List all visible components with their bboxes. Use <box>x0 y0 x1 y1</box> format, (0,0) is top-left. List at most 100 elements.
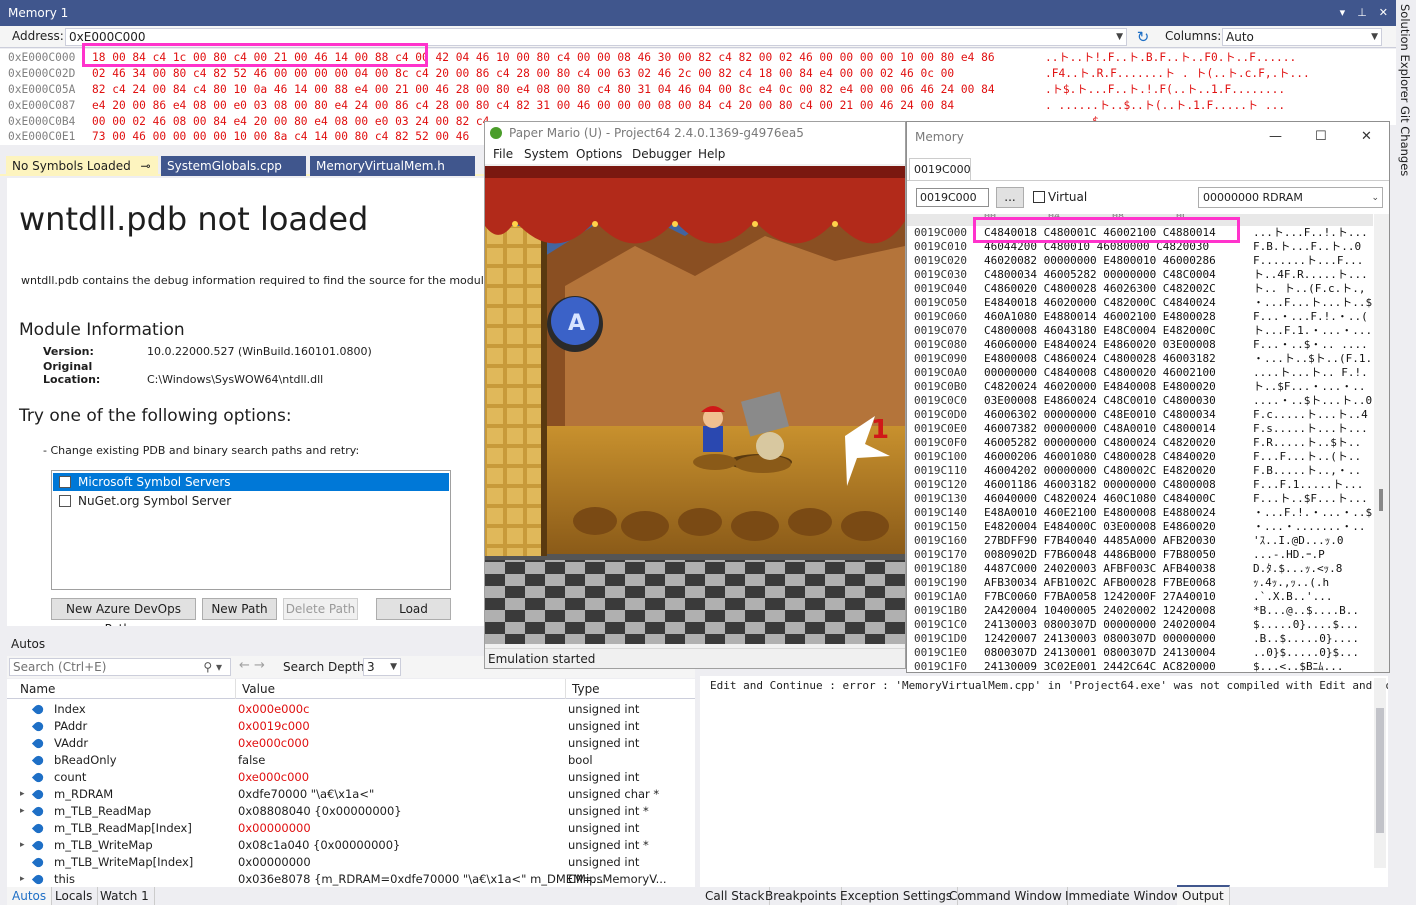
memory-data[interactable]: 46004202 00000000 C480002C E4820020 <box>984 464 1216 478</box>
search-input[interactable]: Search (Ctrl+E) ⚲ ▾ <box>9 658 231 676</box>
variable-value[interactable]: 0xdfe70000 "\a€\x1a<" <box>238 786 374 803</box>
menu-system[interactable]: System <box>524 144 569 164</box>
tab-locals[interactable]: Locals <box>50 887 99 905</box>
memory-bytes[interactable]: 02 46 34 00 80 c4 82 52 46 00 00 00 00 0… <box>92 67 954 81</box>
menu-file[interactable]: File <box>493 144 513 164</box>
scrollbar-thumb[interactable] <box>1376 708 1384 833</box>
column-header-value[interactable]: Value <box>236 679 566 699</box>
variable-value[interactable]: 0x000e000c <box>238 701 309 718</box>
tab-memoryvirtualmem[interactable]: MemoryVirtualMem.h <box>310 156 475 176</box>
variable-value[interactable]: 0xe000c000 <box>238 769 309 786</box>
autos-row[interactable]: VAddr 0xe000c000 unsigned int <box>7 735 695 752</box>
checkbox[interactable] <box>59 495 71 507</box>
expand-arrow-icon[interactable]: ▸ <box>20 803 25 820</box>
memory-data[interactable]: C4800008 46043180 E48C0004 E482000C <box>984 324 1216 338</box>
refresh-icon[interactable]: ↻ <box>1133 28 1153 46</box>
autos-row[interactable]: m_TLB_WriteMap[Index] 0x00000000 unsigned … <box>7 854 695 871</box>
pin-icon[interactable]: ⊸ <box>141 159 151 173</box>
memory-data[interactable]: E4840018 46020000 C482000C C4840024 <box>984 296 1216 310</box>
new-path-button[interactable]: New Path <box>202 598 277 620</box>
memory-data[interactable]: 24130003 0800307D 00000000 24020004 <box>984 618 1216 632</box>
output-scrollbar[interactable] <box>1374 678 1386 868</box>
variable-value[interactable]: 0x00000000 <box>238 854 311 871</box>
delete-path-button[interactable]: Delete Path <box>283 598 358 620</box>
symbol-server-nuget[interactable]: NuGet.org Symbol Server <box>53 492 449 510</box>
close-icon[interactable]: ✕ <box>1361 122 1372 152</box>
menu-options[interactable]: Options <box>576 144 622 164</box>
symbol-server-microsoft[interactable]: Microsoft Symbol Servers <box>53 473 449 491</box>
autos-row[interactable]: m_TLB_ReadMap[Index] 0x00000000 unsigned i… <box>7 820 695 837</box>
autos-row[interactable]: ▸ this 0x036e8078 {m_RDRAM=0xdfe70000 "\a€… <box>7 871 695 887</box>
memory-data[interactable]: 4487C000 24020003 AFBF003C AFB40038 <box>984 562 1216 576</box>
memory-data[interactable]: 46000206 46001080 C4800028 C4840020 <box>984 450 1216 464</box>
browse-button[interactable]: ... <box>996 187 1024 208</box>
expand-arrow-icon[interactable]: ▸ <box>20 837 25 854</box>
memory-data[interactable]: 0800307D 24130001 0800307D 24130004 <box>984 646 1216 660</box>
memory-data[interactable]: 24130009 3C02E001 2442C64C AC820000 <box>984 660 1216 672</box>
new-azure-devops-path-button[interactable]: New Azure DevOps Path... <box>51 598 196 626</box>
close-icon[interactable]: ✕ <box>1379 0 1388 26</box>
memory-data[interactable]: 00000000 C4840008 C4800020 46002100 <box>984 366 1216 380</box>
tab-immediate-window[interactable]: Immediate Window <box>1060 887 1187 905</box>
tab-watch-1[interactable]: Watch 1 <box>95 887 155 905</box>
column-header-name[interactable]: Name <box>14 679 236 699</box>
autos-row[interactable]: ▸ m_RDRAM 0xdfe70000 "\a€\x1a<" unsigned ch… <box>7 786 695 803</box>
back-arrow-icon[interactable]: ← <box>239 658 250 673</box>
menu-help[interactable]: Help <box>698 144 725 164</box>
chevron-down-icon[interactable]: ⌄ <box>1371 189 1379 208</box>
memory1-hex-view-tail[interactable]: 0xE000C0E1 73 00 46 00 00 00 00 10 00 8a … <box>0 125 484 145</box>
memory-data[interactable]: C4860020 C4800028 46026300 C482002C <box>984 282 1216 296</box>
memory-data[interactable]: 46020082 00000000 E4800010 46000286 <box>984 254 1216 268</box>
window-position-icon[interactable]: ▾ <box>1340 0 1346 26</box>
minimize-icon[interactable]: — <box>1269 122 1282 152</box>
navigation-arrows[interactable]: ← → <box>239 658 265 673</box>
load-button[interactable]: Load <box>376 598 451 620</box>
memory-bytes[interactable]: e4 20 00 86 e4 08 00 e0 03 08 00 80 e4 2… <box>92 99 954 113</box>
variable-value[interactable]: 0x08c1a040 {0x00000000} <box>238 837 400 854</box>
memory-bytes[interactable]: 00 00 02 46 08 00 84 e4 20 00 80 e4 08 0… <box>92 115 489 125</box>
virtual-checkbox[interactable] <box>1033 191 1045 203</box>
tab-exception-settings[interactable]: Exception Settings <box>835 887 959 905</box>
memory-bytes[interactable]: 82 c4 24 00 84 c4 80 10 0a 46 14 00 88 e… <box>92 83 995 97</box>
memory-data[interactable]: F7BC0060 F7BA0058 1242000F 27A40010 <box>984 590 1216 604</box>
memory-data[interactable]: 460A1080 E4880014 46002100 E4800028 <box>984 310 1216 324</box>
autos-row[interactable]: PAddr 0x0019c000 unsigned int <box>7 718 695 735</box>
tab-solution-explorer[interactable]: Solution Explorer <box>1398 4 1412 102</box>
column-header-type[interactable]: Type <box>566 679 686 699</box>
memory-data[interactable]: 46007382 00000000 C48A0010 C4800014 <box>984 422 1216 436</box>
memory-scrollbar[interactable] <box>1374 214 1389 672</box>
memory-data[interactable]: 27BDFF90 F7B40040 4485A000 AFB20030 <box>984 534 1216 548</box>
autos-row[interactable]: Index 0x000e000c unsigned int <box>7 701 695 718</box>
memory-data[interactable]: 03E00008 E4860024 C48C0010 C4800030 <box>984 394 1216 408</box>
expand-arrow-icon[interactable]: ▸ <box>20 786 25 803</box>
memory-data[interactable]: C4820024 46020000 E4840008 E4800020 <box>984 380 1216 394</box>
tab-output[interactable]: Output <box>1177 885 1230 905</box>
forward-arrow-icon[interactable]: → <box>254 658 265 673</box>
tab-command-window[interactable]: Command Window <box>944 887 1068 905</box>
memory-window-tab[interactable]: 0019C000 <box>909 158 971 180</box>
memory-data[interactable]: E4800008 C4860024 C4800028 46003182 <box>984 352 1216 366</box>
output-pane[interactable]: Edit and Continue : error : 'MemoryVirtu… <box>700 676 1388 887</box>
memory-data[interactable]: 2A420004 10400005 24020002 12420008 <box>984 604 1216 618</box>
scrollbar-thumb[interactable] <box>1379 489 1383 511</box>
maximize-icon[interactable]: ☐ <box>1315 122 1327 152</box>
variable-value[interactable]: 0xe000c000 <box>238 735 309 752</box>
memory-data[interactable]: 0080902D F7B60048 4486B000 F7B80050 <box>984 548 1216 562</box>
variable-value[interactable]: false <box>238 752 265 769</box>
tab-autos[interactable]: Autos <box>7 887 53 905</box>
memory-data[interactable]: E4820004 E484000C 03E00008 E4860020 <box>984 520 1216 534</box>
columns-select[interactable]: Auto ▼ <box>1222 28 1382 46</box>
checkbox[interactable] <box>59 476 71 488</box>
variable-value[interactable]: 0x0019c000 <box>238 718 310 735</box>
autos-row[interactable]: ▸ m_TLB_WriteMap 0x08c1a040 {0x00000000} un… <box>7 837 695 854</box>
search-depth-select[interactable]: 3 ▼ <box>363 658 401 676</box>
memory-data[interactable]: 46040000 C4820024 460C1080 C484000C <box>984 492 1216 506</box>
memory-bytes[interactable]: 73 00 46 00 00 00 00 10 00 8a c4 14 00 8… <box>92 130 469 144</box>
tab-breakpoints[interactable]: Breakpoints <box>760 887 843 905</box>
autos-row[interactable]: count 0xe000c000 unsigned int <box>7 769 695 786</box>
autos-row[interactable]: ▸ m_TLB_ReadMap 0x08808040 {0x00000000} uns… <box>7 803 695 820</box>
memory-data[interactable]: C4800034 46005282 00000000 C48C0004 <box>984 268 1216 282</box>
memory-hex-grid[interactable]: 00 04 08 0C 0019C000 C4840018 C480001C 46… <box>907 214 1373 672</box>
memory-data[interactable]: 12420007 24130003 0800307D 00000000 <box>984 632 1216 646</box>
memory-data[interactable]: 46005282 00000000 C4800024 C4820020 <box>984 436 1216 450</box>
